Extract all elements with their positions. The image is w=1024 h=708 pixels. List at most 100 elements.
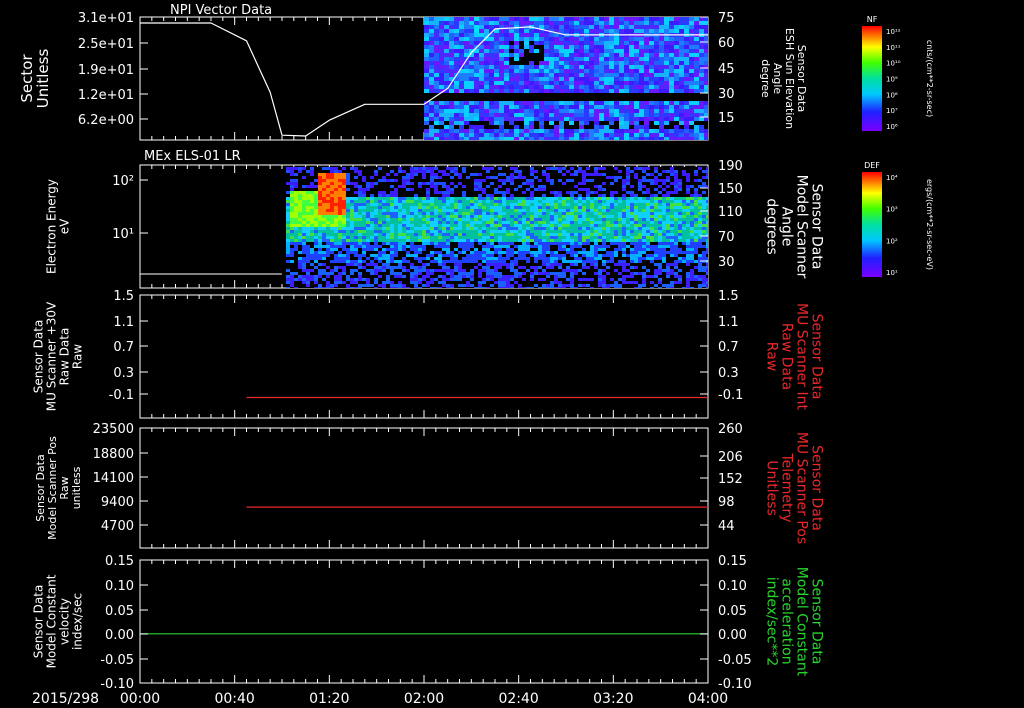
spectrogram-cell [434, 133, 439, 137]
spectrogram-cell [506, 167, 510, 170]
spectrogram-cell [342, 224, 346, 227]
spectrogram-cell [402, 254, 406, 257]
spectrogram-cell [290, 239, 294, 242]
spectrogram-cell [454, 49, 459, 53]
spectrogram-cell [302, 263, 306, 266]
spectrogram-cell [422, 266, 426, 269]
spectrogram-cell [486, 224, 490, 227]
spectrogram-cell [526, 281, 530, 284]
spectrogram-cell [306, 212, 310, 215]
spectrogram-cell [614, 125, 619, 129]
spectrogram-cell [644, 105, 649, 109]
spectrogram-cell [338, 173, 342, 176]
spectrogram-cell [609, 129, 614, 133]
spectrogram-cell [529, 73, 534, 77]
spectrogram-cell [669, 65, 674, 69]
spectrogram-cell [490, 197, 494, 200]
spectrogram-cell [609, 61, 614, 65]
spectrogram-cell [326, 278, 330, 281]
spectrogram-cell [330, 254, 334, 257]
spectrogram-cell [494, 209, 498, 212]
spectrogram-cell [306, 218, 310, 221]
spectrogram-cell [574, 77, 579, 81]
spectrogram-cell [466, 185, 470, 188]
spectrogram-cell [659, 61, 664, 65]
spectrogram-cell [669, 45, 674, 49]
spectrogram-cell [330, 212, 334, 215]
spectrogram-cell [569, 97, 574, 101]
spectrogram-cell [429, 49, 434, 53]
spectrogram-cell [479, 73, 484, 77]
spectrogram-cell [510, 176, 514, 179]
spectrogram-cell [470, 197, 474, 200]
spectrogram-cell [529, 33, 534, 37]
spectrogram-cell [564, 133, 569, 137]
spectrogram-cell [684, 81, 689, 85]
spectrogram-cell [430, 203, 434, 206]
spectrogram-cell [286, 176, 290, 179]
spectrogram-cell [514, 206, 518, 209]
spectrogram-cell [574, 125, 579, 129]
spectrogram-cell [484, 57, 489, 61]
spectrogram-cell [426, 245, 430, 248]
spectrogram-cell [629, 113, 634, 117]
spectrogram-cell [498, 284, 502, 287]
spectrogram-cell [469, 65, 474, 69]
spectrogram-cell [338, 191, 342, 194]
spectrogram-cell [459, 121, 464, 125]
spectrogram-cell [338, 197, 342, 200]
spectrogram-cell [679, 125, 684, 129]
spectrogram-cell [694, 73, 699, 77]
spectrogram-cell [390, 182, 394, 185]
spectrogram-cell [694, 121, 699, 125]
spectrogram-cell [414, 227, 418, 230]
spectrogram-cell [554, 53, 559, 57]
spectrogram-cell [524, 89, 529, 93]
spectrogram-cell [298, 176, 302, 179]
spectrogram-cell [659, 109, 664, 113]
spectrogram-cell [629, 101, 634, 105]
spectrogram-cell [418, 185, 422, 188]
spectrogram-cell [470, 272, 474, 275]
spectrogram-cell [539, 69, 544, 73]
spectrogram-cell [438, 233, 442, 236]
spectrogram-cell [314, 221, 318, 224]
spectrogram-cell [450, 236, 454, 239]
spectrogram-cell [609, 85, 614, 89]
spectrogram-cell [479, 49, 484, 53]
spectrogram-cell [414, 242, 418, 245]
spectrogram-cell [522, 266, 526, 269]
spectrogram-cell [462, 227, 466, 230]
spectrogram-cell [378, 275, 382, 278]
spectrogram-cell [689, 85, 694, 89]
spectrogram-cell [370, 275, 374, 278]
spectrogram-cell [538, 269, 542, 272]
spectrogram-cell [519, 21, 524, 25]
spectrogram-cell [449, 109, 454, 113]
spectrogram-cell [354, 170, 358, 173]
spectrogram-cell [394, 206, 398, 209]
spectrogram-cell [454, 17, 459, 21]
spectrogram-cell [429, 93, 434, 97]
spectrogram-cell [634, 121, 639, 125]
spectrogram-cell [442, 203, 446, 206]
spectrogram-cell [684, 53, 689, 57]
spectrogram-cell [450, 194, 454, 197]
spectrogram-cell [639, 49, 644, 53]
spectrogram-cell [366, 167, 370, 170]
spectrogram-cell [669, 37, 674, 41]
spectrogram-cell [382, 266, 386, 269]
spectrogram-cell [398, 179, 402, 182]
spectrogram-cell [659, 45, 664, 49]
spectrogram-cell [669, 61, 674, 65]
spectrogram-cell [470, 191, 474, 194]
spectrogram-cell [442, 197, 446, 200]
spectrogram-cell [424, 117, 429, 121]
spectrogram-cell [362, 173, 366, 176]
spectrogram-cell [378, 257, 382, 260]
spectrogram-cell [554, 85, 559, 89]
spectrogram-cell [338, 206, 342, 209]
spectrogram-cell [649, 129, 654, 133]
spectrogram-cell [334, 236, 338, 239]
spectrogram-cell [342, 248, 346, 251]
